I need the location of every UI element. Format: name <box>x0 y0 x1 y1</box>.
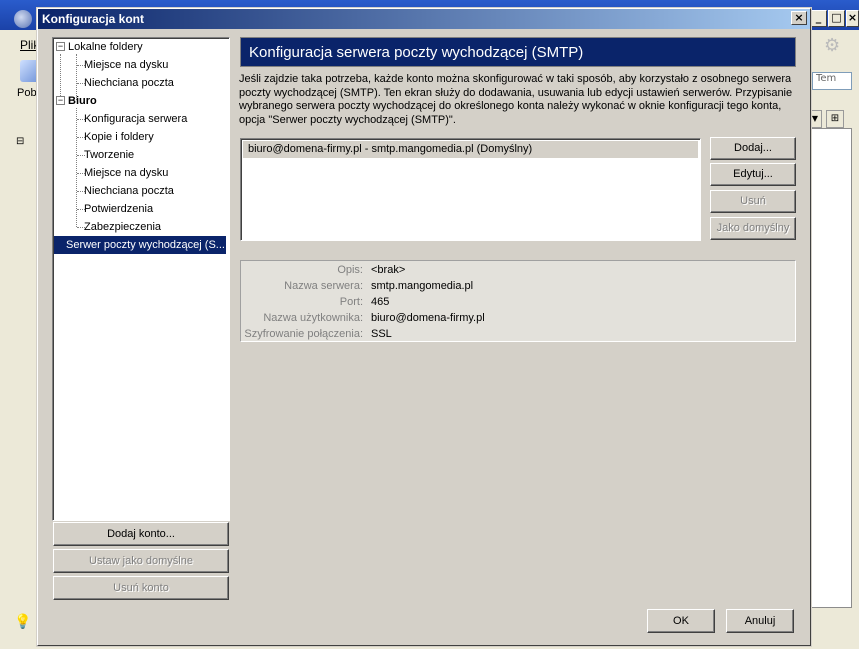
tree-item-outgoing-server[interactable]: Serwer poczty wychodzącej (S... <box>54 236 226 254</box>
remove-server-button[interactable]: Usuń <box>710 190 796 213</box>
gear-icon[interactable]: ⚙ <box>824 35 840 56</box>
add-account-button[interactable]: Dodaj konto... <box>53 522 229 546</box>
remove-account-button[interactable]: Usuń konto <box>53 576 229 600</box>
close-icon[interactable]: × <box>791 11 807 25</box>
tree-item-security[interactable]: Zabezpieczenia <box>81 218 164 236</box>
columns-icon[interactable]: ⊞ <box>826 110 844 128</box>
server-details: Opis: <brak> Nazwa serwera: smtp.mangome… <box>240 260 796 342</box>
tree-item-disk-space[interactable]: Miejsce na dysku <box>81 56 171 74</box>
message-list-panel <box>810 128 852 608</box>
tree-item-junk[interactable]: Niechciana poczta <box>81 74 177 92</box>
tree-item-biuro[interactable]: Biuro <box>65 92 100 110</box>
detail-value: 465 <box>371 296 390 308</box>
account-settings-dialog: Konfiguracja kont × − Lokalne foldery Mi… <box>37 8 811 646</box>
tree-item-copies-folders[interactable]: Kopie i foldery <box>81 128 157 146</box>
detail-label: Nazwa serwera: <box>284 280 363 292</box>
maximize-icon[interactable]: □ <box>828 10 845 27</box>
detail-label: Opis: <box>337 264 363 276</box>
tree-connector <box>60 54 61 100</box>
smtp-server-list[interactable]: biuro@domena-firmy.pl - smtp.mangomedia.… <box>240 138 701 241</box>
folder-tree-icon: ⊟ <box>16 136 25 147</box>
thunderbird-icon <box>14 10 32 28</box>
dialog-titlebar: Konfiguracja kont × <box>38 9 810 29</box>
ok-button[interactable]: OK <box>647 609 715 633</box>
dialog-title: Konfiguracja kont <box>42 12 145 26</box>
detail-label: Port: <box>339 296 363 308</box>
page-title: Konfiguracja serwera poczty wychodzącej … <box>240 37 796 67</box>
list-item[interactable]: biuro@domena-firmy.pl - smtp.mangomedia.… <box>243 141 698 158</box>
add-server-button[interactable]: Dodaj... <box>710 137 796 160</box>
detail-value: smtp.mangomedia.pl <box>371 280 474 292</box>
tree-item-disk-space[interactable]: Miejsce na dysku <box>81 164 171 182</box>
detail-label: Nazwa użytkownika: <box>263 312 363 324</box>
edit-server-button[interactable]: Edytuj... <box>710 163 796 186</box>
tree-item-server-settings[interactable]: Konfiguracja serwera <box>81 110 190 128</box>
cancel-button[interactable]: Anuluj <box>726 609 794 633</box>
get-mail-label[interactable]: Pob <box>17 87 37 99</box>
tree-item-receipts[interactable]: Potwierdzenia <box>81 200 156 218</box>
set-default-account-button[interactable]: Ustaw jako domyślne <box>53 549 229 573</box>
lightbulb-icon: 💡 <box>14 614 32 630</box>
collapse-icon[interactable]: − <box>56 42 65 51</box>
set-default-server-button[interactable]: Jako domyślny <box>710 217 796 240</box>
search-input[interactable]: Tem <box>812 72 852 90</box>
panel-description: Jeśli zajdzie taka potrzeba, każde konto… <box>239 73 793 126</box>
account-tree: − Lokalne foldery Miejsce na dysku Niech… <box>52 37 230 521</box>
detail-value: <brak> <box>371 264 406 276</box>
detail-label: Szyfrowanie połączenia: <box>244 328 363 340</box>
detail-value: biuro@domena-firmy.pl <box>371 312 485 324</box>
close-icon[interactable]: × <box>846 10 859 27</box>
minimize-icon[interactable]: _ <box>810 10 827 27</box>
tree-item-composition[interactable]: Tworzenie <box>81 146 137 164</box>
tree-item-local-folders[interactable]: Lokalne foldery <box>65 38 146 56</box>
collapse-icon[interactable]: − <box>56 96 65 105</box>
tree-item-junk[interactable]: Niechciana poczta <box>81 182 177 200</box>
detail-value: SSL <box>371 328 392 340</box>
